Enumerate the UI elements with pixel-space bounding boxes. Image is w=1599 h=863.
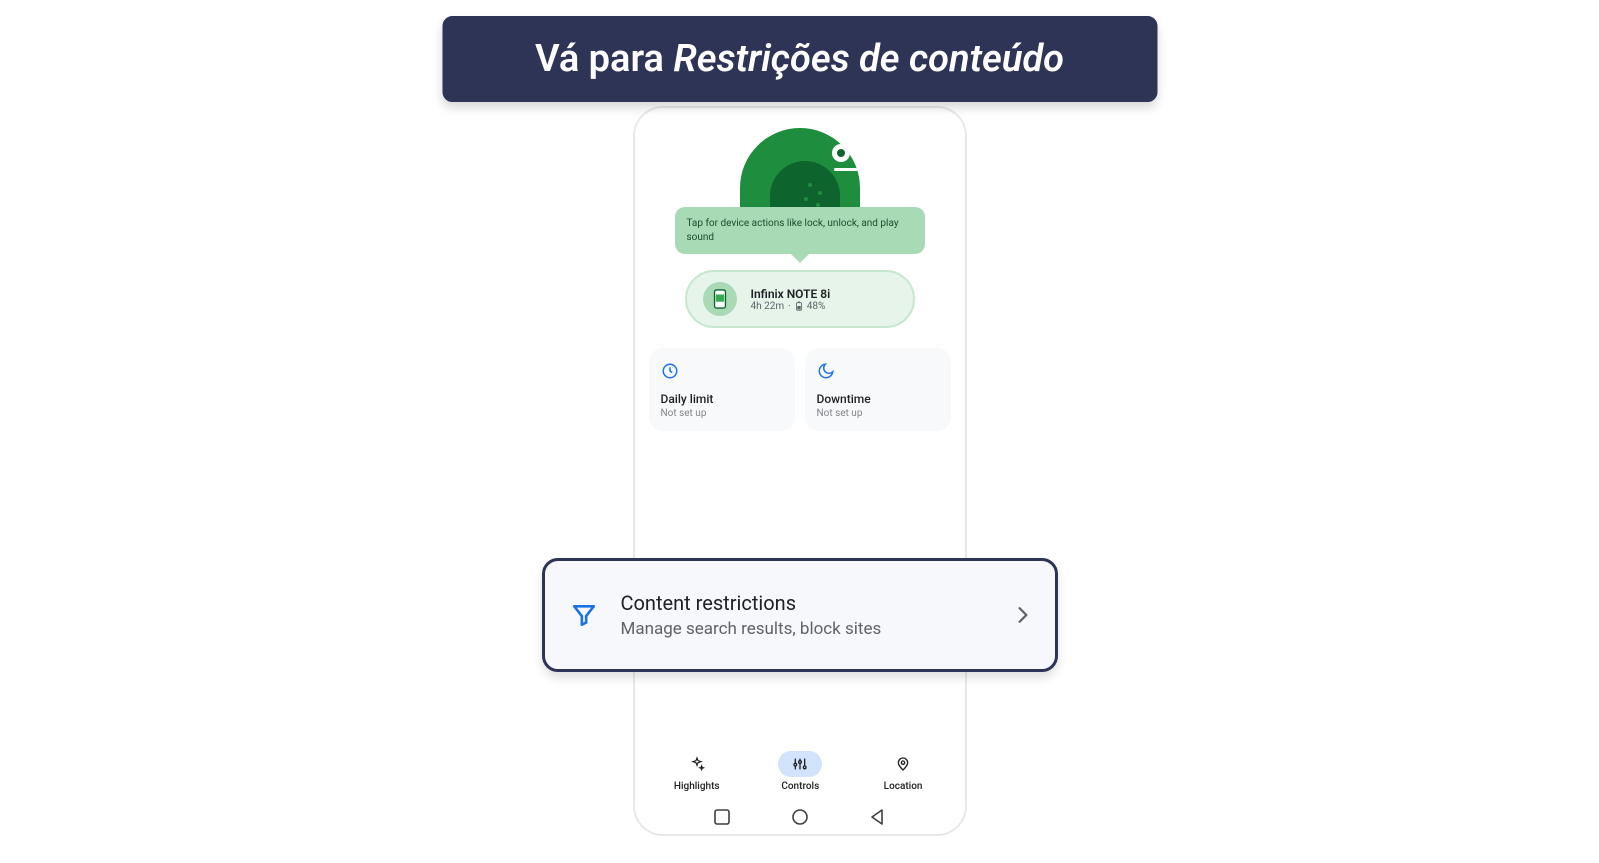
android-recent-button[interactable] (713, 808, 731, 826)
bottom-nav: Highlights Controls Loca (645, 751, 955, 792)
downtime-card[interactable]: Downtime Not set up (805, 348, 951, 431)
daily-limit-title: Daily limit (661, 392, 783, 406)
android-home-button[interactable] (791, 808, 809, 826)
daily-limit-card[interactable]: Daily limit Not set up (649, 348, 795, 431)
content-restrictions-sub: Manage search results, block sites (621, 619, 882, 639)
nav-location[interactable]: Location (881, 751, 925, 792)
android-back-button[interactable] (869, 808, 887, 826)
chevron-right-icon (1017, 606, 1029, 624)
device-card[interactable]: Infinix NOTE 8i 4h 22m · 48% (685, 270, 915, 328)
device-actions-tooltip[interactable]: Tap for device actions like lock, unlock… (675, 207, 925, 254)
banner-italic: Restrições de conteúdo (673, 37, 1064, 81)
nav-controls-label: Controls (781, 781, 819, 792)
phone-screen: Tap for device actions like lock, unlock… (635, 108, 965, 834)
device-battery: 48% (807, 301, 826, 312)
tooltip-text: Tap for device actions like lock, unlock… (687, 218, 899, 243)
device-sep: · (788, 301, 791, 312)
nav-highlights-label: Highlights (674, 781, 720, 792)
controls-cards: Daily limit Not set up Downtime Not set … (645, 348, 955, 431)
phone-frame: Tap for device actions like lock, unlock… (633, 106, 967, 836)
android-nav-bar (635, 808, 965, 826)
instruction-banner: Vá para Restrições de conteúdo (442, 16, 1157, 102)
device-time: 4h 22m (751, 301, 785, 312)
phone-icon (703, 282, 737, 316)
battery-icon (795, 301, 803, 311)
device-name: Infinix NOTE 8i (751, 287, 831, 301)
content-restrictions-row[interactable]: Content restrictions Manage search resul… (542, 558, 1058, 672)
sparkle-icon (689, 756, 705, 772)
clock-icon (661, 362, 679, 380)
downtime-sub: Not set up (817, 408, 939, 419)
avatar-dino (740, 128, 860, 213)
sliders-icon (792, 756, 808, 772)
nav-controls[interactable]: Controls (778, 751, 822, 792)
device-meta: Infinix NOTE 8i 4h 22m · 48% (751, 287, 831, 312)
pin-icon (895, 756, 911, 772)
filter-icon (571, 602, 597, 628)
nav-location-label: Location (884, 781, 923, 792)
moon-icon (817, 362, 835, 380)
daily-limit-sub: Not set up (661, 408, 783, 419)
downtime-title: Downtime (817, 392, 939, 406)
content-restrictions-title: Content restrictions (621, 591, 882, 615)
content-restrictions-text: Content restrictions Manage search resul… (621, 591, 882, 639)
banner-prefix: Vá para (535, 37, 673, 81)
nav-highlights[interactable]: Highlights (674, 751, 720, 792)
avatar-section: Tap for device actions like lock, unlock… (645, 128, 955, 328)
